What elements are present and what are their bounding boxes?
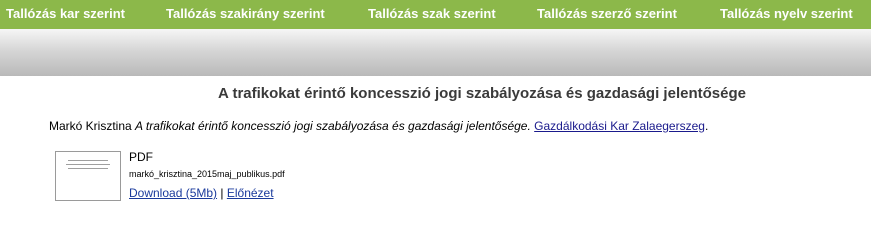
nav-browse-by-language[interactable]: Tallózás nyelv szerint bbox=[720, 6, 853, 21]
page-title: A trafikokat érintő koncesszió jogi szab… bbox=[218, 85, 746, 102]
nav-browse-by-major[interactable]: Tallózás szak szerint bbox=[368, 6, 496, 21]
citation-title: A trafikokat érintő koncesszió jogi szab… bbox=[135, 119, 531, 133]
document-thumbnail[interactable] bbox=[55, 151, 121, 201]
document-type: PDF bbox=[129, 150, 153, 164]
faculty-link[interactable]: Gazdálkodási Kar Zalaegerszeg bbox=[534, 119, 705, 133]
document-filename: markó_krisztina_2015maj_publikus.pdf bbox=[129, 169, 285, 179]
link-separator: | bbox=[220, 186, 224, 200]
nav-browse-by-author[interactable]: Tallózás szerző szerint bbox=[537, 6, 677, 21]
nav-browse-by-faculty[interactable]: Tallózás kar szerint bbox=[6, 6, 125, 21]
preview-link[interactable]: Előnézet bbox=[227, 186, 274, 200]
document-links: Download (5Mb) | Előnézet bbox=[129, 186, 274, 200]
top-navigation-bar: Tallózás kar szerint Tallózás szakirány … bbox=[0, 0, 871, 29]
nav-browse-by-specialization[interactable]: Tallózás szakirány szerint bbox=[166, 6, 325, 21]
citation-period: . bbox=[704, 119, 709, 133]
author-name: Markó Krisztina bbox=[49, 119, 132, 133]
download-link[interactable]: Download (5Mb) bbox=[129, 186, 217, 200]
secondary-toolbar bbox=[0, 29, 871, 76]
citation-line: Markó Krisztina A trafikokat érintő konc… bbox=[49, 119, 708, 133]
